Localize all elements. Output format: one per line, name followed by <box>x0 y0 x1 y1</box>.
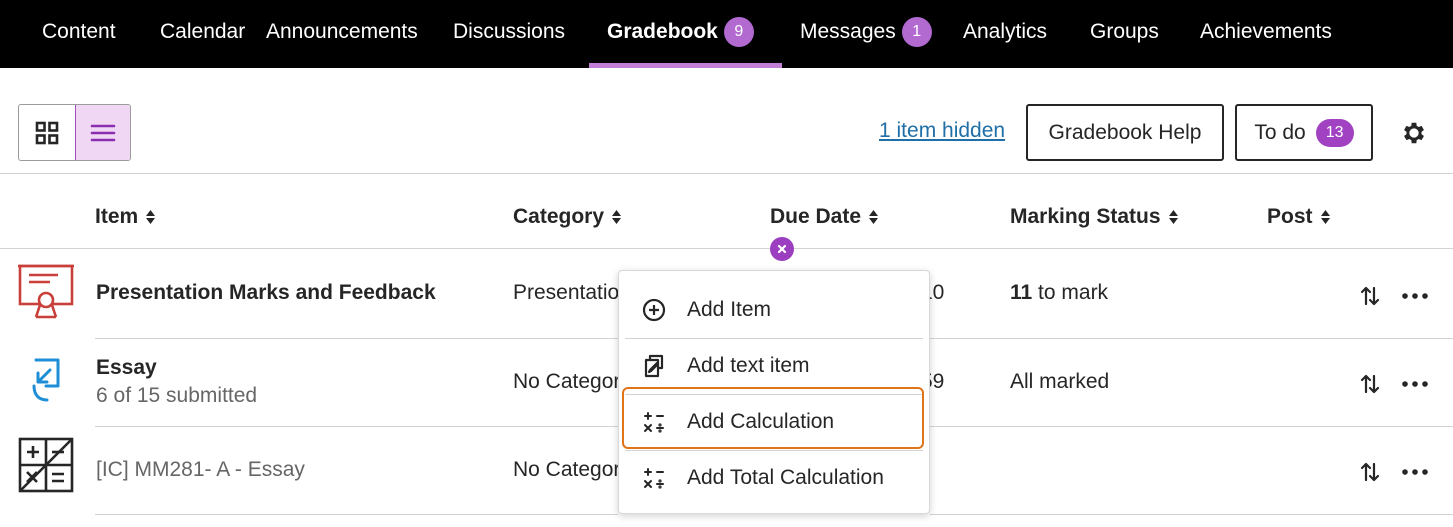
row-title[interactable]: Presentation Marks and Feedback <box>96 281 436 305</box>
nav-tab-discussions[interactable]: Discussions <box>453 0 565 68</box>
todo-label: To do <box>1254 120 1306 144</box>
nav-tab-analytics[interactable]: Analytics <box>963 0 1047 68</box>
row-marking-status[interactable]: 11 to mark <box>1010 281 1108 305</box>
clear-filter-button[interactable] <box>770 237 794 261</box>
reorder-button[interactable] <box>1357 371 1383 397</box>
nav-tab-content[interactable]: Content <box>42 0 116 68</box>
sort-icon <box>1320 210 1330 224</box>
column-header-category[interactable]: Category <box>513 205 622 229</box>
row-category: No Categor <box>513 370 621 393</box>
assignment-icon <box>32 358 60 402</box>
column-header-post[interactable]: Post <box>1267 205 1331 229</box>
nav-tab-gradebook[interactable]: Gradebook 9 <box>607 0 754 68</box>
nav-tab-label: Gradebook <box>607 20 718 43</box>
to-mark-label: to mark <box>1038 281 1109 304</box>
nav-tab-messages[interactable]: Messages 1 <box>800 0 932 68</box>
reorder-button[interactable] <box>1357 459 1383 485</box>
column-header-label: Marking Status <box>1010 205 1161 228</box>
column-header-label: Category <box>513 205 605 228</box>
sort-icon <box>1168 210 1178 224</box>
more-options-button[interactable] <box>1402 371 1428 397</box>
gear-icon[interactable] <box>1400 119 1428 147</box>
text-item-icon <box>641 353 667 379</box>
todo-button[interactable]: To do 13 <box>1235 104 1373 161</box>
column-header-due-date[interactable]: Due Date <box>770 205 879 229</box>
grid-icon <box>35 121 59 144</box>
hidden-items-link[interactable]: 1 item hidden <box>879 119 1005 143</box>
notification-badge: 9 <box>723 17 754 47</box>
column-header-label: Due Date <box>770 205 862 228</box>
row-title[interactable]: [IC] MM281- A - Essay <box>96 458 305 482</box>
sort-icon <box>146 210 156 224</box>
menu-item-label: Add Item <box>687 298 772 321</box>
row-divider <box>95 338 618 339</box>
more-icon <box>1402 293 1428 299</box>
row-category: No Categor <box>513 458 621 481</box>
menu-item-label: Add Total Calculation <box>687 466 884 489</box>
todo-count-badge: 13 <box>1315 118 1354 147</box>
view-toggle <box>18 104 131 161</box>
row-divider <box>95 426 618 427</box>
row-divider <box>930 338 1453 339</box>
row-divider <box>930 514 1453 515</box>
sort-icon <box>612 210 622 224</box>
nav-tab-achievements[interactable]: Achievements <box>1200 0 1332 68</box>
more-options-button[interactable] <box>1402 283 1428 309</box>
header-divider <box>0 248 1453 249</box>
more-icon <box>1402 469 1428 475</box>
nav-tab-label: Messages <box>800 20 896 43</box>
gradebook-help-button[interactable]: Gradebook Help <box>1026 104 1224 161</box>
row-category: Presentatio <box>513 281 620 304</box>
nav-tab-calendar[interactable]: Calendar <box>160 0 245 68</box>
active-tab-indicator <box>589 63 782 68</box>
more-options-button[interactable] <box>1402 459 1428 485</box>
calculation-icon <box>18 437 74 493</box>
nav-tab-announcements[interactable]: Announcements <box>266 0 418 68</box>
reorder-icon <box>1360 286 1380 306</box>
row-divider <box>930 426 1453 427</box>
row-divider <box>95 514 618 515</box>
menu-item-add-item[interactable]: Add Item <box>625 282 923 338</box>
column-header-marking-status[interactable]: Marking Status <box>1010 205 1179 229</box>
plus-circle-icon <box>641 297 667 323</box>
row-title[interactable]: Essay <box>96 356 157 380</box>
column-header-label: Post <box>1267 205 1313 228</box>
top-navigation: Content Calendar Announcements Discussio… <box>0 0 1453 68</box>
column-header-label: Item <box>95 205 139 228</box>
reorder-icon <box>1360 374 1380 394</box>
nav-tab-groups[interactable]: Groups <box>1090 0 1159 68</box>
calculation-icon <box>641 465 667 491</box>
list-view-button[interactable] <box>74 105 130 160</box>
row-submission-count: 6 of 15 submitted <box>96 384 258 407</box>
menu-item-add-text-item[interactable]: Add text item <box>625 338 923 394</box>
close-icon <box>777 244 787 254</box>
reorder-button[interactable] <box>1357 283 1383 309</box>
more-icon <box>1402 381 1428 387</box>
sort-icon <box>869 210 879 224</box>
notification-badge: 1 <box>901 17 932 47</box>
toolbar-divider <box>0 173 1453 174</box>
grid-view-button[interactable] <box>19 105 75 160</box>
presentation-icon <box>18 264 74 319</box>
reorder-icon <box>1360 462 1380 482</box>
row-marking-status[interactable]: All marked <box>1010 370 1109 394</box>
menu-item-add-total-calculation[interactable]: Add Total Calculation <box>625 450 923 506</box>
column-header-item[interactable]: Item <box>95 205 156 229</box>
menu-item-label: Add text item <box>687 354 810 377</box>
highlight-box <box>622 387 924 449</box>
list-icon <box>90 124 116 141</box>
to-mark-count: 11 <box>1010 281 1033 304</box>
